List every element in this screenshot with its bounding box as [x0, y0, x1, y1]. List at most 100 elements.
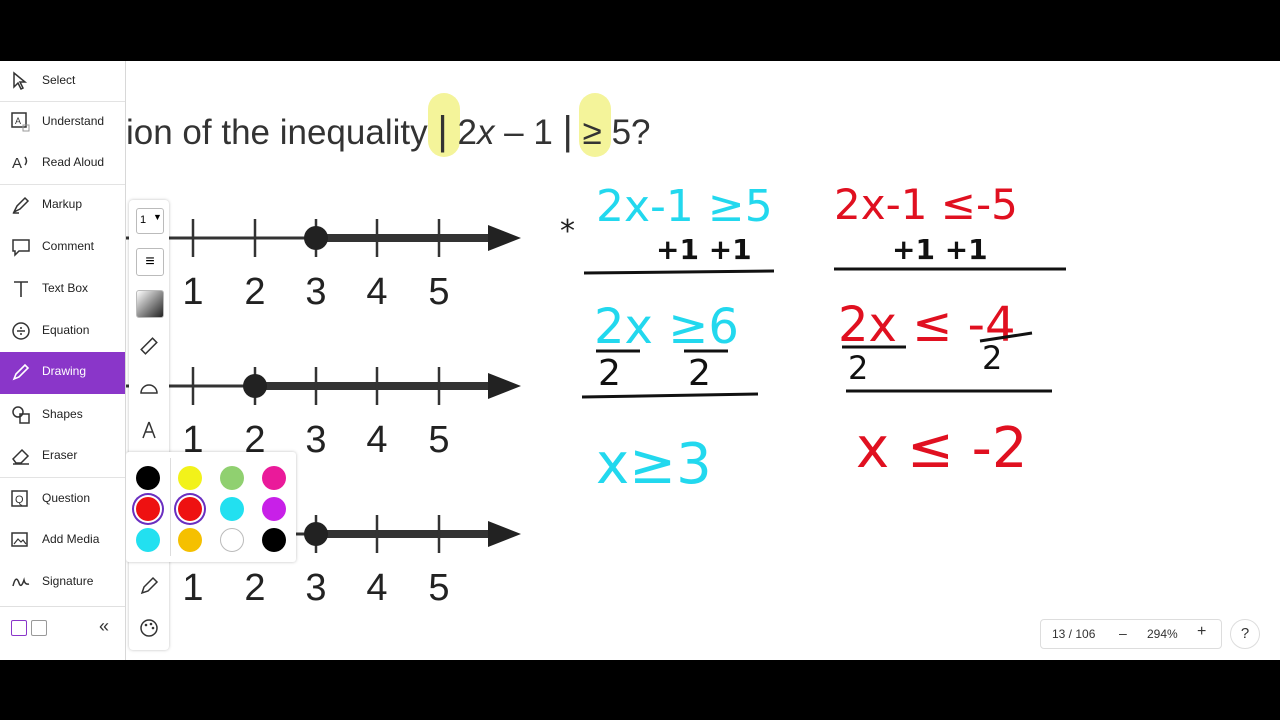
page-zoom-control: 13 / 106 – 294% +	[1040, 619, 1222, 649]
tool-label: Understand	[42, 114, 105, 128]
media-icon	[11, 532, 28, 547]
zoom-in-button[interactable]: +	[1197, 623, 1206, 641]
color-swatch-red[interactable]	[136, 497, 160, 521]
text-icon	[14, 281, 28, 297]
color-swatch-cyan[interactable]	[136, 528, 160, 552]
tool-label: Shapes	[42, 407, 83, 421]
color-swatch-black[interactable]	[262, 528, 286, 552]
two-page-view-icon[interactable]	[31, 620, 47, 636]
tick-label: 1	[182, 271, 203, 313]
zoom-level: 294%	[1147, 627, 1178, 641]
svg-text:Q: Q	[15, 494, 24, 506]
tool-sidebar: Select A Understand A Read Aloud Markup …	[0, 61, 126, 660]
number-line-2: 1 2 3 4 5	[126, 367, 521, 461]
tick-label: 3	[305, 567, 326, 609]
tool-label: Eraser	[42, 448, 78, 462]
tool-drawing[interactable]: Drawing	[0, 352, 125, 394]
cursor-icon	[13, 71, 28, 91]
cyan-line-3: 2x ≥6	[594, 299, 739, 355]
line-style-icon[interactable]: ≡	[136, 248, 164, 276]
expr-comparison: ≥ 5?	[572, 113, 651, 152]
red-line-1: 2x-1 ≤-5	[834, 180, 1018, 229]
cyan-divisor-b: 2	[688, 353, 711, 394]
tool-label: Select	[42, 73, 76, 87]
tool-label: Signature	[42, 574, 94, 588]
tool-question[interactable]: Q Question	[0, 479, 125, 519]
tool-signature[interactable]: Signature	[0, 562, 125, 602]
ruler-icon[interactable]	[139, 336, 159, 356]
comment-icon	[12, 239, 30, 257]
tick-label: 5	[428, 419, 449, 461]
document-canvas[interactable]: ion of the inequality | 2x – 1 | ≥ 5? 1 …	[126, 61, 1280, 660]
opacity-gradient-icon[interactable]	[136, 290, 164, 318]
color-swatch-yellow[interactable]	[178, 466, 202, 490]
tool-text-box[interactable]: Text Box	[0, 269, 125, 309]
highlighter-icon	[12, 196, 30, 214]
question-prefix: ion of the inequality	[126, 113, 428, 152]
protractor-icon[interactable]	[139, 378, 159, 398]
cyan-divisor-a: 2	[598, 353, 621, 394]
red-result: x ≤ -2	[856, 416, 1028, 481]
red-divisor-a: 2	[848, 349, 868, 387]
top-letterbox	[0, 0, 1280, 61]
abs-bar: |	[562, 109, 573, 153]
stroke-width-select[interactable]: 1 ▼	[136, 208, 164, 234]
page-indicator: 13 / 106	[1052, 627, 1096, 641]
tick-label: 2	[244, 567, 265, 609]
tool-label: Drawing	[42, 364, 87, 378]
tool-equation[interactable]: Equation	[0, 311, 125, 351]
svg-text:A: A	[12, 155, 22, 172]
red-line-2: +1 +1	[892, 233, 988, 266]
color-swatch-purple[interactable]	[262, 497, 286, 521]
color-swatch-orange[interactable]	[178, 528, 202, 552]
palette-icon[interactable]	[139, 618, 159, 638]
help-button[interactable]: ?	[1230, 619, 1260, 649]
tool-markup[interactable]: Markup	[0, 185, 125, 225]
tick-label: 3	[305, 271, 326, 313]
double-chevron-left-icon[interactable]: «	[99, 616, 109, 637]
tool-label: Add Media	[42, 532, 100, 546]
red-divisor-b: 2	[982, 339, 1002, 377]
compass-icon[interactable]	[139, 420, 159, 440]
color-swatch-red[interactable]	[178, 497, 202, 521]
tick-label: 4	[366, 271, 387, 313]
svg-text:A: A	[15, 116, 21, 126]
zoom-out-button[interactable]: –	[1119, 625, 1127, 641]
color-swatch-black[interactable]	[136, 466, 160, 490]
color-swatch-white[interactable]	[220, 528, 244, 552]
question-text: ion of the inequality | 2x – 1 | ≥ 5?	[126, 109, 651, 154]
chevron-down-icon: ▼	[153, 212, 162, 222]
tool-label: Text Box	[42, 281, 89, 295]
understand-icon: A	[11, 112, 30, 132]
signature-icon	[12, 577, 30, 587]
pencil-icon[interactable]	[139, 576, 159, 596]
read-aloud-icon: A	[12, 155, 28, 172]
shapes-icon	[12, 406, 30, 424]
cyan-result: x≥3	[596, 432, 712, 497]
bottom-letterbox	[0, 660, 1280, 720]
color-swatch-magenta[interactable]	[262, 466, 286, 490]
stroke-width-value: 1	[140, 214, 147, 226]
tick-label: 4	[366, 567, 387, 609]
tool-label: Question	[42, 491, 91, 505]
tool-label: Comment	[42, 239, 95, 253]
abs-bar: |	[437, 109, 448, 153]
tick-label: 5	[428, 567, 449, 609]
tool-shapes[interactable]: Shapes	[0, 395, 125, 435]
tick-label: 3	[305, 419, 326, 461]
tick-label: 2	[244, 271, 265, 313]
equation-icon	[12, 322, 30, 340]
tick-label: 4	[366, 419, 387, 461]
tool-read-aloud[interactable]: A Read Aloud	[0, 143, 125, 183]
color-swatch-cyan[interactable]	[220, 497, 244, 521]
tool-comment[interactable]: Comment	[0, 227, 125, 267]
tool-eraser[interactable]: Eraser	[0, 436, 125, 476]
expr-coefficient: 2	[457, 113, 477, 152]
tool-select[interactable]: Select	[0, 61, 125, 101]
color-swatch-green[interactable]	[220, 466, 244, 490]
tool-add-media[interactable]: Add Media	[0, 520, 125, 560]
expr-constant: – 1	[494, 113, 563, 152]
single-page-view-icon[interactable]	[11, 620, 27, 636]
tool-understand[interactable]: A Understand	[0, 102, 125, 142]
drawing-toolbar: 1 ▼ ≡	[129, 200, 169, 650]
